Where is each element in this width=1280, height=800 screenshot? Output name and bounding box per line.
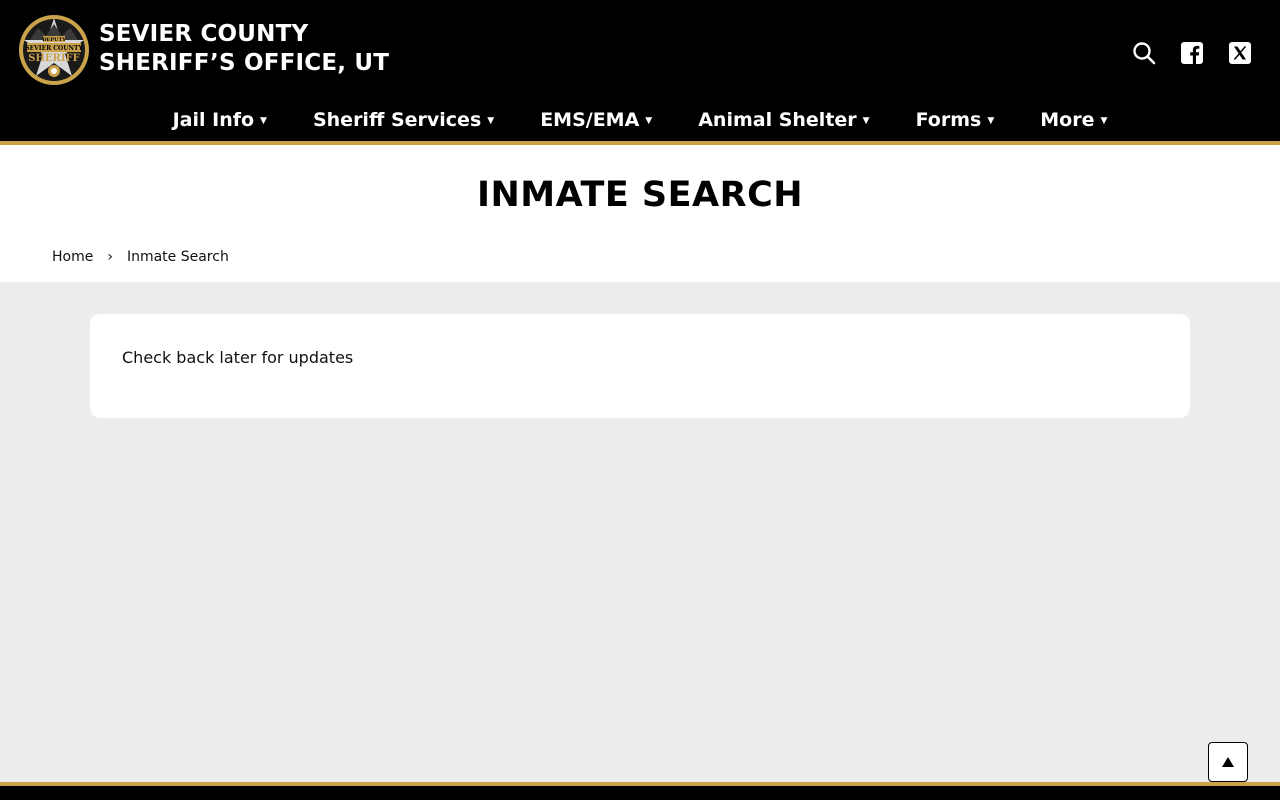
facebook-icon[interactable] — [1180, 41, 1204, 65]
caret-down-icon: ▼ — [862, 116, 870, 126]
site-header: DEPUTY SEVIER COUNTY SHERIFF SEVIER COUN… — [0, 0, 1280, 141]
nav-item-label: EMS/EMA — [540, 109, 640, 131]
breadcrumb-home-link[interactable]: Home — [52, 249, 93, 265]
caret-down-icon: ▼ — [645, 116, 653, 126]
breadcrumb-current: Inmate Search — [126, 249, 229, 265]
logo-bottom-text: SHERIFF — [28, 53, 79, 64]
search-icon[interactable] — [1132, 41, 1156, 65]
nav-item-forms[interactable]: Forms ▼ — [916, 104, 995, 136]
page-title: INMATE SEARCH — [476, 175, 804, 215]
site-title-line1: SEVIER COUNTY — [99, 21, 309, 47]
site-title[interactable]: SEVIER COUNTY SHERIFF’S OFFICE, UT — [99, 20, 389, 78]
page-header: INMATE SEARCH Home › Inmate Search — [0, 145, 1280, 282]
scroll-to-top-button[interactable] — [1208, 742, 1248, 782]
sheriff-logo[interactable]: DEPUTY SEVIER COUNTY SHERIFF — [18, 14, 90, 86]
nav-item-jail-info[interactable]: Jail Info ▼ — [173, 104, 267, 136]
arrow-up-icon — [1222, 757, 1234, 767]
x-twitter-icon[interactable] — [1228, 41, 1252, 65]
nav-item-more[interactable]: More ▼ — [1040, 104, 1107, 136]
nav-item-label: Jail Info — [172, 109, 255, 131]
breadcrumb-separator-icon: › — [107, 249, 113, 265]
nav-item-label: Sheriff Services — [312, 109, 482, 131]
caret-down-icon: ▼ — [487, 116, 495, 126]
site-title-line2: SHERIFF’S OFFICE, UT — [99, 50, 390, 76]
nav-item-label: Forms — [915, 109, 982, 131]
logo-top-text: DEPUTY — [42, 37, 66, 43]
status-message: Check back later for updates — [122, 348, 354, 367]
nav-item-sheriff-services[interactable]: Sheriff Services ▼ — [313, 104, 494, 136]
breadcrumb: Home › Inmate Search — [52, 249, 229, 265]
caret-down-icon: ▼ — [1100, 116, 1108, 126]
nav-item-animal-shelter[interactable]: Animal Shelter ▼ — [698, 104, 869, 136]
caret-down-icon: ▼ — [260, 116, 267, 126]
caret-down-icon: ▼ — [987, 116, 995, 126]
content-card: Check back later for updates — [90, 314, 1190, 418]
site-footer — [0, 786, 1280, 800]
main-nav: Jail Info ▼ Sheriff Services ▼ EMS/EMA ▼… — [0, 104, 1280, 136]
nav-item-label: Animal Shelter — [698, 109, 857, 131]
logo-middle-text: SEVIER COUNTY — [25, 45, 83, 52]
nav-item-ems-ema[interactable]: EMS/EMA ▼ — [540, 104, 652, 136]
nav-item-label: More — [1040, 109, 1095, 131]
